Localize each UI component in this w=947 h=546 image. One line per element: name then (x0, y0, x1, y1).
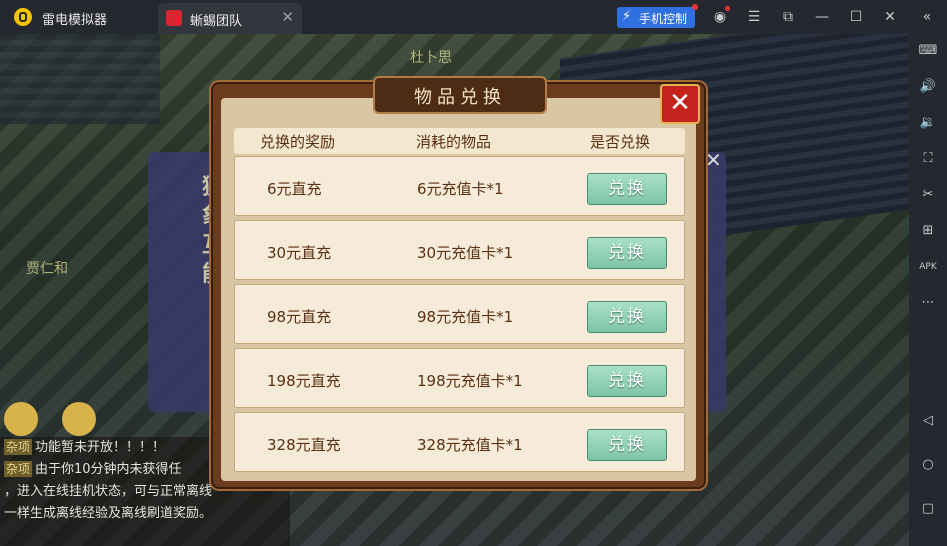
cost-cell: 6元充值卡*1 (417, 180, 504, 198)
reward-cell: 328元直充 (267, 436, 341, 454)
phone-control-button[interactable]: ⚡ 手机控制 (617, 4, 698, 28)
title-bar: 雷电模拟器 蜥蜴团队 ✕ ⚡ 手机控制 ◉ ☰ ⧉ — ☐ ✕ « (0, 0, 947, 34)
volume-up-icon[interactable]: 🔊 (917, 76, 939, 98)
phone-control-label: 手机控制 (639, 12, 688, 26)
collapse-icon[interactable]: « (917, 7, 937, 27)
cost-cell: 30元充值卡*1 (417, 244, 514, 262)
user-icon[interactable]: ◉ (710, 6, 730, 27)
dialog-title-plate: 物品兑换 (373, 76, 547, 114)
tab-close-icon[interactable]: ✕ (281, 8, 294, 26)
emulator-sidebar: ⌨ 🔊 🔉 ⛶ ✂ ⊞ APK ⋯ ◁ ○ ▢ (909, 34, 947, 546)
exchange-row: 328元直充 328元充值卡*1 兑换 (234, 412, 685, 472)
volume-down-icon[interactable]: 🔉 (917, 112, 939, 134)
fullscreen-icon[interactable]: ⛶ (917, 148, 939, 170)
chat-line: 由于你10分钟内未获得任 (35, 462, 182, 477)
roof-decoration (0, 34, 160, 124)
tab-label: 蜥蜴团队 (190, 14, 243, 29)
minimize-icon[interactable]: — (812, 7, 832, 27)
chat-line: 功能暂未开放！！！！ (35, 440, 166, 455)
chat-line: 一样生成离线经验及离线刷道奖励。 (4, 506, 213, 521)
table-header: 兑换的奖励 消耗的物品 是否兑换 (234, 128, 685, 154)
dialog-body: 兑换的奖励 消耗的物品 是否兑换 6元直充 6元充值卡*1 兑换 30元直充 3… (221, 98, 696, 481)
cost-cell: 198元充值卡*1 (417, 372, 523, 390)
tab-game[interactable]: 蜥蜴团队 ✕ (158, 3, 302, 34)
keyboard-icon[interactable]: ⌨ (917, 40, 939, 62)
friends-icon[interactable] (4, 402, 38, 436)
npc-name[interactable]: 杜卜思 (410, 47, 452, 67)
exchange-button[interactable]: 兑换 (587, 237, 667, 269)
reward-cell: 30元直充 (267, 244, 332, 262)
column-header-action: 是否兑换 (590, 133, 651, 151)
recents-icon[interactable]: ▢ (917, 498, 939, 520)
exchange-row: 198元直充 198元充值卡*1 兑换 (234, 348, 685, 408)
more-icon[interactable]: ⋯ (917, 292, 939, 314)
maximize-icon[interactable]: ☐ (846, 7, 866, 27)
close-icon[interactable]: ✕ (880, 7, 900, 27)
item-exchange-dialog: 兑换的奖励 消耗的物品 是否兑换 6元直充 6元充值卡*1 兑换 30元直充 3… (213, 76, 704, 487)
bolt-icon: ⚡ (622, 9, 632, 24)
popout-icon[interactable]: ⧉ (778, 7, 798, 27)
cost-cell: 98元充值卡*1 (417, 308, 514, 326)
ldplayer-logo-icon (14, 8, 32, 26)
scissors-icon[interactable]: ✂ (917, 184, 939, 206)
cost-cell: 328元充值卡*1 (417, 436, 523, 454)
exchange-row: 30元直充 30元充值卡*1 兑换 (234, 220, 685, 280)
apk-icon[interactable]: APK (917, 256, 939, 278)
bg-panel-close-icon[interactable]: ✕ (705, 148, 722, 172)
add-icon[interactable]: ⊞ (917, 220, 939, 242)
exchange-button[interactable]: 兑换 (587, 429, 667, 461)
chat-bubble-icon[interactable] (62, 402, 96, 436)
dialog-title: 物品兑换 (414, 87, 506, 108)
dialog-close-button[interactable]: ✕ (660, 84, 700, 124)
npc-name[interactable]: 贾仁和 (26, 258, 68, 278)
column-header-cost: 消耗的物品 (416, 133, 492, 151)
column-header-reward: 兑换的奖励 (260, 133, 336, 151)
exchange-button[interactable]: 兑换 (587, 301, 667, 333)
exchange-row: 6元直充 6元充值卡*1 兑换 (234, 156, 685, 216)
home-icon[interactable]: ○ (917, 454, 939, 476)
chat-tag: 杂项 (4, 461, 33, 477)
back-icon[interactable]: ◁ (917, 410, 939, 432)
exchange-button[interactable]: 兑换 (587, 173, 667, 205)
reward-cell: 98元直充 (267, 308, 332, 326)
reward-cell: 6元直充 (267, 180, 322, 198)
exchange-row: 98元直充 98元充值卡*1 兑换 (234, 284, 685, 344)
chat-tag: 杂项 (4, 439, 33, 455)
menu-icon[interactable]: ☰ (744, 7, 764, 27)
notification-dot (692, 4, 698, 10)
notification-dot (725, 6, 730, 11)
exchange-button[interactable]: 兑换 (587, 365, 667, 397)
reward-cell: 198元直充 (267, 372, 341, 390)
game-app-icon (166, 10, 182, 26)
app-name: 雷电模拟器 (42, 13, 108, 28)
